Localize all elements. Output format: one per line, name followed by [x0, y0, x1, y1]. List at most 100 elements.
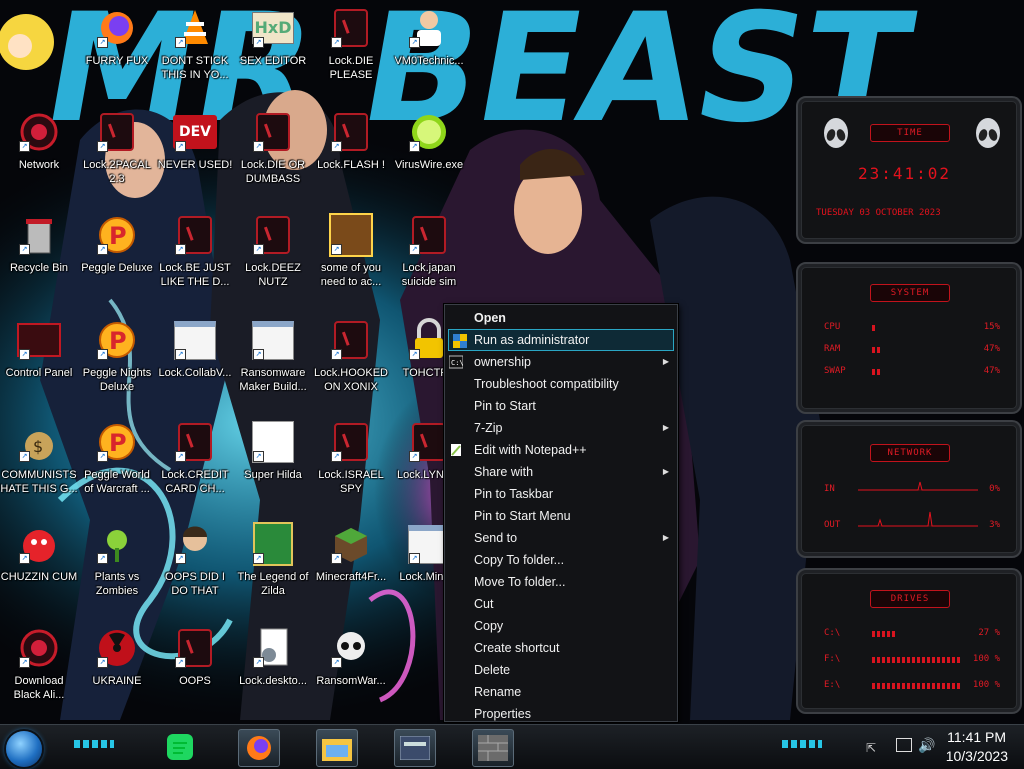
settings-file-icon: ↗ [251, 626, 295, 670]
desktop-icon[interactable]: ↗ RansomWar... [312, 626, 390, 688]
desktop-icon[interactable]: ↗ DONT STICK THIS IN YO... [156, 6, 234, 82]
desktop-icon[interactable]: ↗ Lock.CREDIT CARD CH... [156, 420, 234, 496]
desktop-icon[interactable]: ↗ Lock.DIE OR DUMBASS [234, 110, 312, 186]
context-menu-item[interactable]: Move To folder... [445, 571, 677, 593]
network-row-label: IN [824, 484, 835, 494]
context-menu-item[interactable]: Pin to Start Menu [445, 505, 677, 527]
context-menu-item[interactable]: Pin to Start [445, 395, 677, 417]
desktop-icon[interactable]: ↗ Lock.HOOKED ON XONIX [312, 318, 390, 394]
desktop-icon[interactable]: ↗ CHUZZIN CUM [0, 522, 78, 584]
desktop-icon[interactable]: ↗ Download Black Ali... [0, 626, 78, 702]
context-menu-item[interactable]: Run as administrator [448, 329, 674, 351]
context-menu-item[interactable]: Open [445, 307, 677, 329]
taskbar-decoration [782, 740, 822, 748]
desktop-icon[interactable]: ↗ Recycle Bin [0, 213, 78, 275]
shortcut-arrow-icon: ↗ [331, 553, 342, 564]
system-usage-bar [872, 347, 881, 353]
doctor-icon: ↗ [407, 6, 451, 50]
desktop-icon[interactable]: ↗ OOPS [156, 626, 234, 688]
lock-app-icon: ↗ [95, 110, 139, 154]
desktop-icon[interactable]: ↗ Lock.BE JUST LIKE THE D... [156, 213, 234, 289]
system-row-label: CPU [824, 322, 841, 332]
shortcut-arrow-icon: ↗ [253, 451, 264, 462]
desktop-icon[interactable]: ↗ Network [0, 110, 78, 172]
peggle-icon: P ↗ [95, 213, 139, 257]
context-menu-item[interactable]: Rename [445, 681, 677, 703]
system-row-value: 47% [983, 344, 1000, 354]
context-menu-item[interactable]: 7-Zip ▶ [445, 417, 677, 439]
desktop-icon[interactable]: ↗ UKRAINE [78, 626, 156, 688]
desktop-icon[interactable]: P ↗ Peggle World of Warcraft ... [78, 420, 156, 496]
context-menu-item[interactable]: Create shortcut [445, 637, 677, 659]
shortcut-arrow-icon: ↗ [97, 349, 108, 360]
shortcut-arrow-icon: ↗ [331, 244, 342, 255]
context-menu-item[interactable]: Cut [445, 593, 677, 615]
desktop-icon[interactable]: ↗ Lock.DEEZ NUTZ [234, 213, 312, 289]
drives-row: F:\ 100 % [824, 654, 1000, 666]
desktop-icon[interactable]: P ↗ Peggle Nights Deluxe [78, 318, 156, 394]
desktop-icon[interactable]: ↗ Super Hilda [234, 420, 312, 482]
desktop-icon[interactable]: ↗ Lock.FLASH ! [312, 110, 390, 172]
desktop-icon[interactable]: HxD ↗ SEX EDITOR [234, 6, 312, 68]
desktop-icon[interactable]: ↗ Plants vs Zombies [78, 522, 156, 598]
time-gadget[interactable]: TIME 23:41:02 TUESDAY 03 OCTOBER 2023 [796, 96, 1022, 244]
desktop-icon[interactable]: ↗ The Legend of Zilda [234, 522, 312, 598]
context-menu-item[interactable]: Delete [445, 659, 677, 681]
context-menu-item[interactable]: Copy [445, 615, 677, 637]
firefox-icon: ↗ [95, 6, 139, 50]
network-tray-icon[interactable] [896, 738, 912, 752]
shortcut-arrow-icon: ↗ [19, 553, 30, 564]
shortcut-arrow-icon: ↗ [19, 657, 30, 668]
context-menu-item[interactable]: Properties [445, 703, 677, 725]
taskbar-clock-date[interactable]: 10/3/2023 [946, 748, 1008, 764]
lock-app-icon: ↗ [407, 213, 451, 257]
chevron-up-icon[interactable]: ⇱ [866, 741, 876, 755]
context-menu-item[interactable]: Edit with Notepad++ [445, 439, 677, 461]
network-gadget[interactable]: NETWORK IN 0% OUT 3% [796, 420, 1022, 558]
desktop-icon[interactable]: ↗ Lock.DIE PLEASE [312, 6, 390, 82]
desktop-icon[interactable]: DEV ↗ NEVER USED! [156, 110, 234, 172]
desktop-icon-label: Lock.DIE OR DUMBASS [240, 159, 306, 185]
desktop-icon[interactable]: ↗ Control Panel [0, 318, 78, 380]
volume-icon[interactable]: 🔊 [918, 737, 935, 754]
desktop-icon[interactable]: ↗ OOPS DID I DO THAT [156, 522, 234, 598]
taskbar-clock-time[interactable]: 11:41 PM [947, 729, 1006, 745]
taskbar-app-button[interactable] [316, 729, 358, 767]
system-gadget[interactable]: SYSTEM CPU 15% RAM 47% SWAP 47% [796, 262, 1022, 414]
system-row-value: 47% [983, 366, 1000, 376]
desktop-icon[interactable]: ↗ some of you need to ac... [312, 213, 390, 289]
spotify-like-icon [167, 734, 193, 760]
start-button[interactable] [6, 731, 42, 767]
context-menu-item[interactable]: Share with ▶ [445, 461, 677, 483]
drives-gadget[interactable]: DRIVES C:\ 27 % F:\ 100 % E:\ 100 % [796, 568, 1022, 714]
desktop-icon[interactable]: ↗ Minecraft4Fr... [312, 522, 390, 584]
desktop-icon[interactable]: $ ↗ COMMUNISTS HATE THIS G... [0, 420, 78, 496]
context-menu-item[interactable]: Send to ▶ [445, 527, 677, 549]
desktop-icon[interactable]: P ↗ Peggle Deluxe [78, 213, 156, 275]
context-menu[interactable]: Open Run as administrator C:\ ownership ▶ Tro… [444, 304, 678, 722]
desktop-icon[interactable]: ↗ Lock.japan suicide sim [390, 213, 468, 289]
desktop-icon[interactable]: ↗ VirusWire.exe [390, 110, 468, 172]
context-menu-item-label: Share with [474, 465, 534, 479]
desktop-icon[interactable]: ↗ Lock.ISRAEL SPY [312, 420, 390, 496]
desktop-icon[interactable]: ↗ Lock.2PACAL 2.3 [78, 110, 156, 186]
taskbar-app-button[interactable] [160, 729, 200, 765]
peggle-icon: P ↗ [95, 318, 139, 362]
context-menu-item[interactable]: Pin to Taskbar [445, 483, 677, 505]
context-menu-item[interactable]: C:\ ownership ▶ [445, 351, 677, 373]
context-menu-item[interactable]: Troubleshoot compatibility [445, 373, 677, 395]
desktop-icon[interactable]: ↗ Lock.deskto... [234, 626, 312, 688]
taskbar-app-button[interactable] [238, 729, 280, 767]
desktop-icon[interactable]: ↗ Ransomware Maker Build... [234, 318, 312, 394]
context-menu-item[interactable]: Copy To folder... [445, 549, 677, 571]
control-panel-icon: ↗ [17, 318, 61, 362]
shortcut-arrow-icon: ↗ [331, 657, 342, 668]
taskbar-app-button[interactable] [394, 729, 436, 767]
lock-app-icon: ↗ [329, 318, 373, 362]
desktop-icon[interactable]: ↗ Lock.CollabV... [156, 318, 234, 380]
system-tray: ⇱ 🔊 11:41 PM 10/3/2023 [854, 725, 1024, 769]
desktop-icon[interactable]: ↗ FURRY FUX [78, 6, 156, 68]
desktop-icon[interactable]: ↗ VM0Technic... [390, 6, 468, 68]
taskbar-app-button[interactable] [472, 729, 514, 767]
system-row: SWAP 47% [824, 366, 1000, 378]
